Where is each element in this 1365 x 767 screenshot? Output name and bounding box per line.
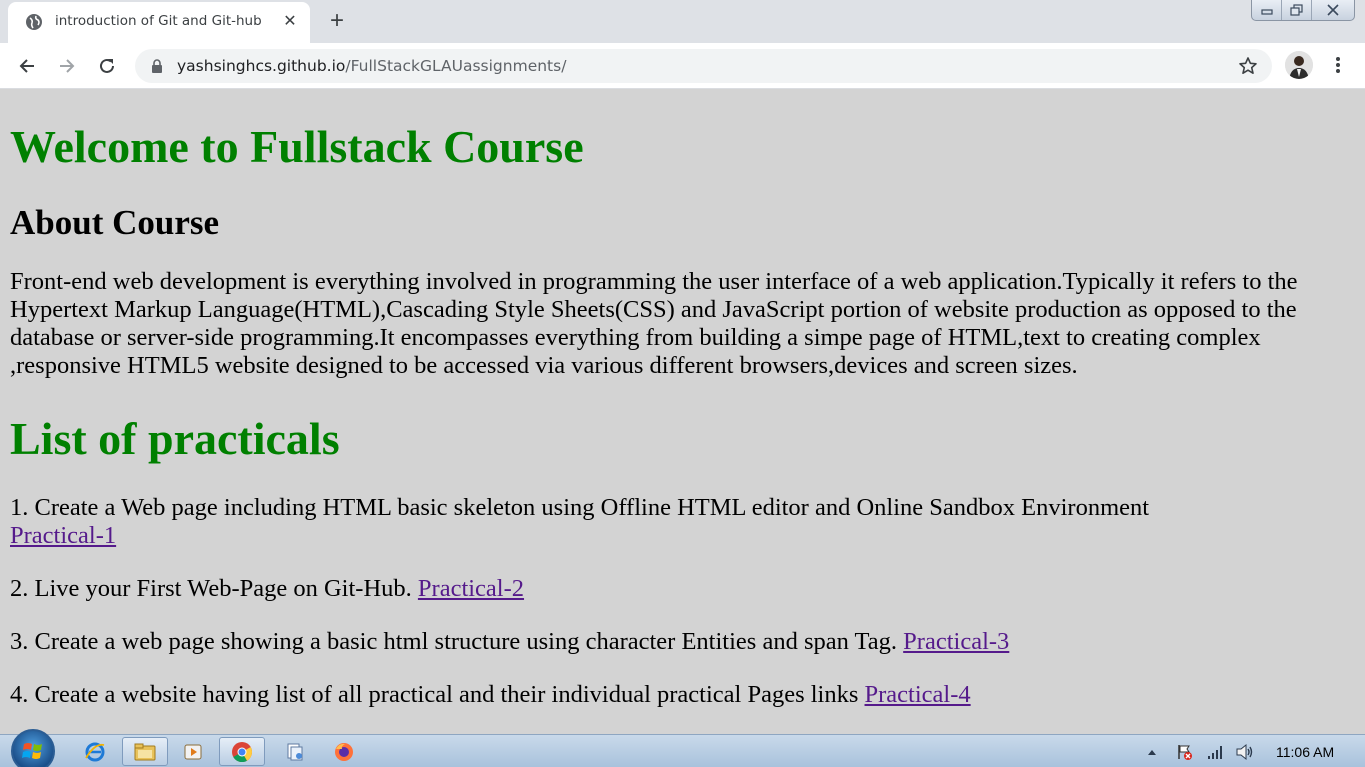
taskbar-clock[interactable]: 11:06 AM bbox=[1276, 744, 1334, 760]
tab-strip: introduction of Git and Git-hub ✕ + bbox=[0, 0, 1365, 43]
practical-1-link[interactable]: Practical-1 bbox=[10, 522, 116, 549]
window-close-icon[interactable] bbox=[1312, 0, 1354, 20]
more-menu-icon[interactable] bbox=[1330, 53, 1346, 79]
back-icon[interactable] bbox=[13, 52, 41, 80]
firefox-icon[interactable] bbox=[321, 737, 367, 766]
window-controls bbox=[1251, 0, 1355, 21]
about-heading: About Course bbox=[10, 203, 220, 242]
web-page: Welcome to Fullstack Course About Course… bbox=[0, 90, 1365, 734]
practical-4-link[interactable]: Practical-4 bbox=[865, 681, 971, 708]
globe-icon bbox=[26, 14, 42, 30]
network-signal-icon[interactable] bbox=[1202, 737, 1228, 766]
practical-2-link[interactable]: Practical-2 bbox=[418, 575, 524, 602]
windows-taskbar: 11:06 AM bbox=[0, 729, 1365, 767]
start-button[interactable] bbox=[11, 729, 55, 767]
practicals-heading: List of practicals bbox=[10, 413, 340, 464]
browser-toolbar: yashsinghcs.github.io/FullStackGLAUassig… bbox=[0, 43, 1365, 89]
list-item: 1. Create a Web page including HTML basi… bbox=[10, 494, 1149, 550]
minimize-icon[interactable] bbox=[1252, 0, 1282, 20]
list-item: 2. Live your First Web-Page on Git-Hub. … bbox=[10, 575, 524, 603]
show-hidden-icons-icon[interactable] bbox=[1140, 737, 1164, 766]
list-item: 4. Create a website having list of all p… bbox=[10, 681, 971, 709]
bookmark-star-icon[interactable] bbox=[1238, 56, 1258, 76]
practical-3-link[interactable]: Practical-3 bbox=[903, 628, 1009, 655]
practical-text: 2. Live your First Web-Page on Git-Hub. bbox=[10, 575, 412, 602]
browser-tab[interactable]: introduction of Git and Git-hub ✕ bbox=[8, 2, 310, 43]
media-player-icon[interactable] bbox=[170, 737, 216, 766]
practical-text: 1. Create a Web page including HTML basi… bbox=[10, 494, 1150, 521]
volume-icon[interactable] bbox=[1232, 737, 1258, 766]
tab-title: introduction of Git and Git-hub bbox=[55, 13, 262, 29]
profile-avatar[interactable] bbox=[1285, 51, 1313, 79]
address-bar[interactable]: yashsinghcs.github.io/FullStackGLAUassig… bbox=[135, 49, 1272, 83]
about-paragraph: Front-end web development is everything … bbox=[10, 268, 1298, 379]
action-center-flag-icon[interactable] bbox=[1172, 737, 1198, 766]
url-text[interactable]: yashsinghcs.github.io/FullStackGLAUassig… bbox=[177, 57, 566, 75]
list-item: 3. Create a web page showing a basic htm… bbox=[10, 628, 1009, 656]
new-tab-icon[interactable]: + bbox=[323, 8, 351, 36]
lock-icon[interactable] bbox=[151, 59, 163, 73]
file-explorer-icon[interactable] bbox=[122, 737, 168, 766]
internet-explorer-icon[interactable] bbox=[72, 737, 118, 766]
chrome-icon[interactable] bbox=[219, 737, 265, 766]
page-title: Welcome to Fullstack Course bbox=[10, 121, 584, 172]
close-tab-icon[interactable]: ✕ bbox=[280, 12, 300, 32]
windows-logo-icon bbox=[22, 743, 42, 759]
reload-icon[interactable] bbox=[93, 52, 121, 80]
restore-icon[interactable] bbox=[1282, 0, 1312, 20]
forward-icon[interactable] bbox=[53, 52, 81, 80]
documents-icon[interactable] bbox=[272, 737, 318, 766]
practical-text: 3. Create a web page showing a basic htm… bbox=[10, 628, 898, 655]
practical-text: 4. Create a website having list of all p… bbox=[10, 681, 859, 708]
